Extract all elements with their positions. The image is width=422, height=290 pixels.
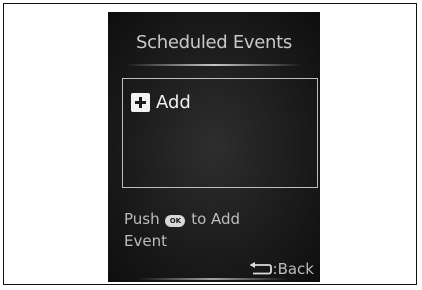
hint-prefix: Push — [124, 210, 160, 228]
screen-title: Scheduled Events — [135, 32, 292, 53]
add-event-item[interactable]: Add — [131, 91, 191, 113]
ok-button-icon: OK — [165, 215, 186, 227]
events-list: Add — [122, 78, 318, 188]
hint-suffix: to Add — [191, 210, 241, 228]
instruction-text: Push OK to Add Event — [124, 208, 304, 252]
plus-icon — [131, 92, 150, 112]
back-button[interactable]: :Back — [248, 260, 314, 278]
figure-frame: Scheduled Events Add Push OK to Add Even… — [3, 3, 417, 285]
hint-line2: Event — [124, 232, 167, 250]
add-label: Add — [156, 91, 191, 113]
bottom-divider — [138, 278, 288, 280]
return-arrow-icon — [249, 262, 272, 275]
back-label: :Back — [272, 260, 314, 278]
display-screen: Scheduled Events Add Push OK to Add Even… — [108, 12, 320, 282]
title-divider — [126, 64, 302, 66]
